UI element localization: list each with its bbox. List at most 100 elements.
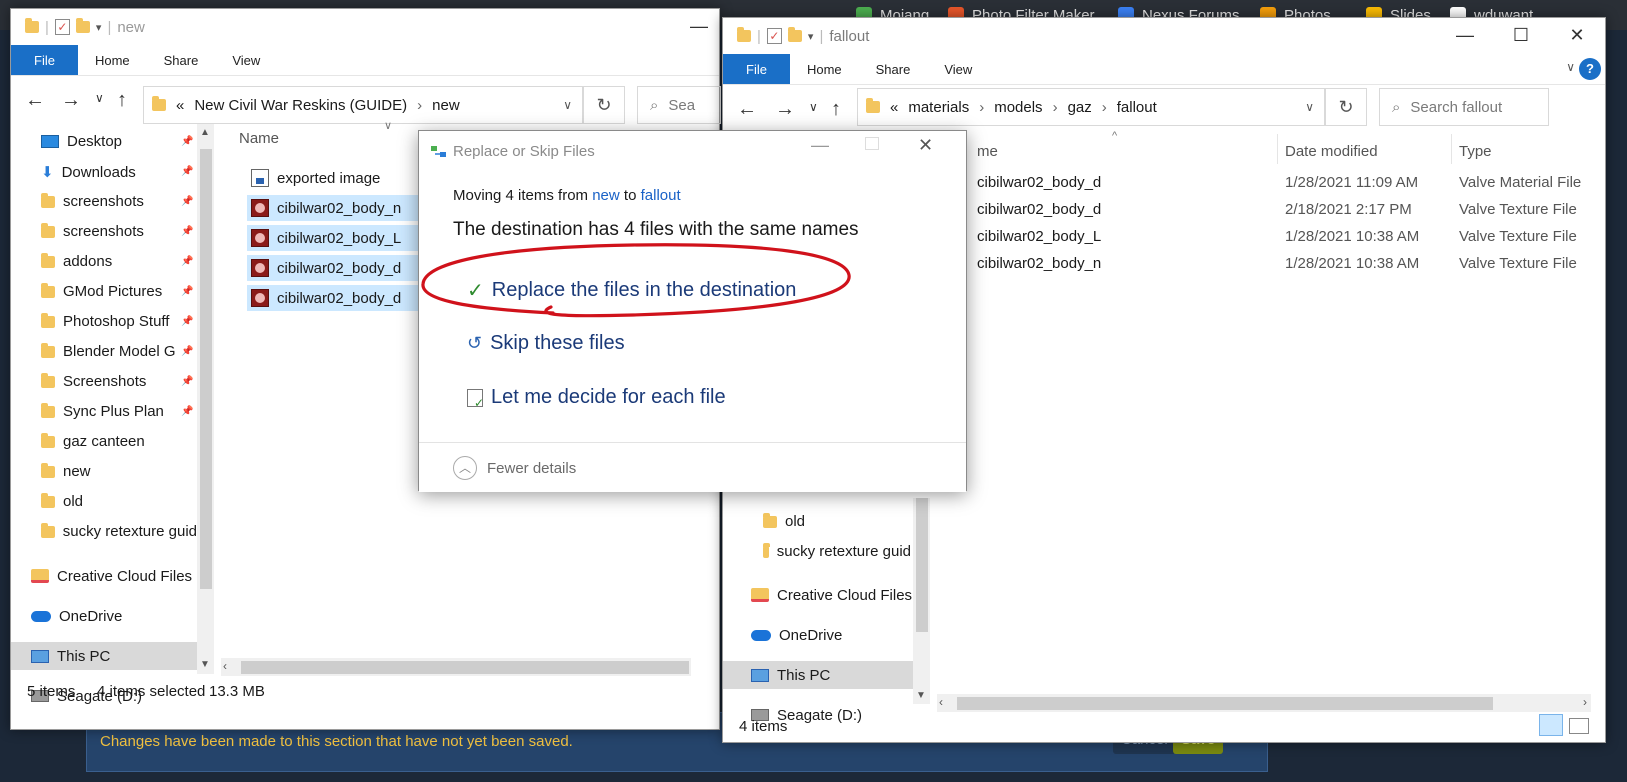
- up-icon[interactable]: ↑: [117, 89, 127, 112]
- column-type[interactable]: Type: [1459, 143, 1492, 160]
- breadcrumb-item[interactable]: New Civil War Reskins (GUIDE): [194, 97, 407, 114]
- tab-view[interactable]: View: [215, 45, 277, 75]
- fewer-details-toggle[interactable]: ︿ Fewer details: [453, 456, 576, 480]
- tab-file[interactable]: File: [723, 54, 790, 84]
- source-link[interactable]: new: [592, 187, 620, 204]
- back-icon[interactable]: ←: [25, 89, 45, 112]
- hscrollbar-thumb[interactable]: [241, 661, 689, 674]
- file-row[interactable]: cibilwar02_body_d: [977, 174, 1101, 191]
- column-date-modified[interactable]: Date modified: [1285, 143, 1378, 160]
- tab-share[interactable]: Share: [147, 45, 216, 75]
- nav-item[interactable]: Sync Plus Plan: [41, 403, 197, 420]
- nav-item[interactable]: sucky retexture guid: [41, 523, 197, 540]
- address-dropdown-icon[interactable]: ∨: [1305, 100, 1314, 114]
- nav-item[interactable]: old: [41, 493, 197, 510]
- breadcrumb-item[interactable]: gaz: [1068, 99, 1092, 116]
- breadcrumb-item[interactable]: materials: [908, 99, 969, 116]
- nav-item[interactable]: ⬇ Downloads: [41, 163, 197, 182]
- back-icon[interactable]: ←: [737, 98, 757, 121]
- recent-dropdown-icon[interactable]: ∨: [809, 100, 818, 114]
- tab-home[interactable]: Home: [790, 54, 859, 84]
- nav-item[interactable]: old: [763, 513, 911, 530]
- new-folder-icon[interactable]: [75, 18, 90, 33]
- undo-arrow-icon: ↺: [467, 333, 483, 353]
- destination-link[interactable]: fallout: [641, 187, 681, 204]
- nav-item[interactable]: sucky retexture guid: [763, 543, 911, 560]
- scroll-left-icon[interactable]: ‹: [939, 695, 943, 709]
- nav-item[interactable]: Blender Model G: [41, 343, 197, 360]
- minimize-icon[interactable]: —: [811, 135, 829, 156]
- properties-icon[interactable]: ✓: [54, 19, 70, 35]
- nav-item[interactable]: Screenshots: [41, 373, 197, 390]
- nav-scrollbar-thumb[interactable]: [200, 149, 212, 589]
- scroll-up-icon[interactable]: ▲: [200, 127, 210, 138]
- file-row[interactable]: cibilwar02_body_d: [977, 201, 1101, 218]
- refresh-button[interactable]: ↻: [583, 86, 625, 124]
- tab-view[interactable]: View: [927, 54, 989, 84]
- help-icon[interactable]: ?: [1579, 58, 1601, 80]
- maximize-icon[interactable]: ☐: [1493, 18, 1549, 52]
- close-icon[interactable]: ✕: [918, 135, 933, 156]
- refresh-button[interactable]: ↻: [1325, 88, 1367, 126]
- nav-root[interactable]: This PC: [11, 642, 197, 670]
- file-row[interactable]: cibilwar02_body_L: [977, 228, 1101, 245]
- column-divider: [1277, 134, 1278, 164]
- up-icon[interactable]: ↑: [831, 98, 841, 121]
- nav-item[interactable]: screenshots: [41, 193, 197, 210]
- customize-dropdown-icon[interactable]: ▾: [808, 30, 814, 43]
- download-icon: ⬇: [41, 164, 54, 181]
- ribbon-expand-icon[interactable]: ∨: [1566, 60, 1575, 74]
- large-icons-view-icon[interactable]: [1569, 718, 1589, 734]
- details-view-icon[interactable]: [1539, 714, 1563, 736]
- nav-item[interactable]: screenshots: [41, 223, 197, 240]
- breadcrumb-item[interactable]: new: [432, 97, 460, 114]
- breadcrumb-item[interactable]: models: [994, 99, 1042, 116]
- nav-root[interactable]: This PC: [723, 661, 913, 689]
- customize-dropdown-icon[interactable]: ▾: [96, 21, 102, 34]
- nav-scrollbar-thumb[interactable]: [916, 498, 928, 632]
- properties-icon[interactable]: ✓: [766, 28, 782, 44]
- nav-item[interactable]: Desktop: [41, 133, 197, 150]
- pin-icon: 📌: [181, 136, 194, 147]
- tab-home[interactable]: Home: [78, 45, 147, 75]
- breadcrumb-item[interactable]: fallout: [1117, 99, 1157, 116]
- nav-item[interactable]: addons: [41, 253, 197, 270]
- nav-root[interactable]: Creative Cloud Files: [751, 581, 913, 609]
- scroll-right-icon[interactable]: ›: [1583, 695, 1587, 709]
- search-input[interactable]: ⌕ Sea: [637, 86, 721, 124]
- tab-share[interactable]: Share: [859, 54, 928, 84]
- file-row[interactable]: cibilwar02_body_L: [247, 225, 427, 251]
- address-bar[interactable]: « materials › models › gaz › fallout ∨: [857, 88, 1325, 126]
- new-folder-icon[interactable]: [787, 27, 802, 42]
- close-icon[interactable]: ✕: [1549, 18, 1605, 52]
- hscrollbar-thumb[interactable]: [957, 697, 1493, 710]
- nav-root[interactable]: OneDrive: [751, 621, 913, 649]
- minimize-icon[interactable]: —: [1437, 18, 1493, 52]
- nav-item[interactable]: Photoshop Stuff: [41, 313, 197, 330]
- file-row[interactable]: cibilwar02_body_d: [247, 285, 427, 311]
- recent-dropdown-icon[interactable]: ∨: [95, 91, 104, 105]
- scroll-down-icon[interactable]: ▼: [200, 659, 210, 670]
- file-row[interactable]: cibilwar02_body_d: [247, 255, 427, 281]
- nav-root[interactable]: Creative Cloud Files: [31, 562, 197, 590]
- address-dropdown-icon[interactable]: ∨: [563, 98, 572, 112]
- nav-item[interactable]: new: [41, 463, 197, 480]
- nav-item[interactable]: gaz canteen: [41, 433, 197, 450]
- nav-item[interactable]: GMod Pictures: [41, 283, 197, 300]
- scroll-left-icon[interactable]: ‹: [223, 659, 227, 673]
- column-name[interactable]: Name: [239, 130, 279, 147]
- file-row[interactable]: cibilwar02_body_n: [247, 195, 427, 221]
- decide-each-option[interactable]: ✓ Let me decide for each file: [467, 386, 726, 410]
- column-name[interactable]: me: [977, 143, 998, 160]
- skip-files-option[interactable]: ↺ Skip these files: [467, 332, 625, 355]
- file-row[interactable]: cibilwar02_body_n: [977, 255, 1101, 272]
- file-row[interactable]: exported image: [247, 165, 427, 191]
- scroll-down-icon[interactable]: ▼: [916, 690, 926, 701]
- nav-root[interactable]: OneDrive: [31, 602, 197, 630]
- forward-icon[interactable]: →: [61, 89, 81, 112]
- tab-file[interactable]: File: [11, 45, 78, 75]
- forward-icon[interactable]: →: [775, 98, 795, 121]
- address-bar[interactable]: « New Civil War Reskins (GUIDE) › new ∨: [143, 86, 583, 124]
- minimize-icon[interactable]: —: [671, 9, 727, 43]
- search-input[interactable]: ⌕ Search fallout: [1379, 88, 1549, 126]
